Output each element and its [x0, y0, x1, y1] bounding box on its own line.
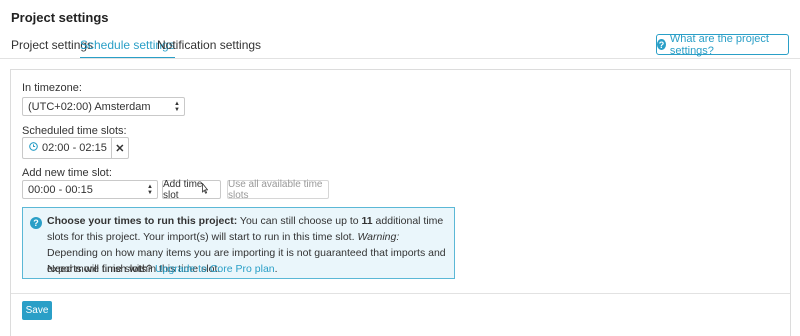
tabs-divider	[0, 58, 800, 59]
timezone-label: In timezone:	[22, 82, 82, 94]
upgrade-suffix: .	[274, 263, 278, 275]
remaining-slot-count: 11	[361, 215, 373, 227]
upgrade-text: Need more time slots? Upgrade to Core Pr…	[47, 261, 278, 277]
use-all-time-slots-button[interactable]: Use all available time slots	[227, 179, 329, 201]
schedule-settings-panel: In timezone: (UTC+02:00) Amsterdam ▲ ▼ Sc…	[10, 69, 791, 336]
upgrade-prefix: Need more time slots?	[47, 263, 155, 275]
time-slot-info-box: ? Choose your times to run this project:…	[22, 207, 455, 279]
add-slot-label: Add new time slot:	[22, 167, 112, 179]
new-time-slot-select[interactable]: 00:00 - 00:15 ▲ ▼	[22, 180, 158, 199]
help-button-label: What are the project settings?	[669, 32, 769, 57]
timezone-select-value: (UTC+02:00) Amsterdam	[28, 100, 151, 113]
info-text-part: You can still choose up to	[237, 215, 362, 227]
info-heading: Choose your times to run this project:	[47, 215, 238, 227]
tab-notification-settings[interactable]: Notification settings	[157, 38, 261, 52]
scheduled-slots-label: Scheduled time slots:	[22, 125, 127, 137]
project-settings-help-button[interactable]: ? What are the project settings?	[656, 32, 789, 57]
time-slot-value: 02:00 - 02:15	[42, 142, 107, 154]
add-time-slot-button[interactable]: Add time slot	[162, 179, 221, 201]
time-slot-chip: 02:00 - 02:15 ✕	[22, 137, 129, 159]
clock-icon	[29, 142, 38, 154]
close-icon: ✕	[115, 142, 125, 155]
timezone-select[interactable]: (UTC+02:00) Amsterdam ▲ ▼	[22, 97, 185, 116]
remove-time-slot-button[interactable]: ✕	[110, 138, 128, 158]
select-arrows-icon: ▲ ▼	[147, 184, 153, 196]
save-button[interactable]: Save	[22, 301, 52, 320]
footer-divider	[11, 293, 790, 294]
warning-label: Warning:	[357, 231, 400, 243]
new-time-slot-value: 00:00 - 00:15	[28, 183, 93, 196]
question-circle-icon: ?	[657, 39, 666, 50]
question-circle-icon: ?	[30, 217, 42, 229]
select-arrows-icon: ▲ ▼	[174, 101, 180, 113]
page-title: Project settings	[11, 10, 109, 25]
mouse-cursor-icon	[202, 183, 208, 194]
upgrade-link[interactable]: Upgrade to Core Pro plan	[155, 263, 275, 275]
